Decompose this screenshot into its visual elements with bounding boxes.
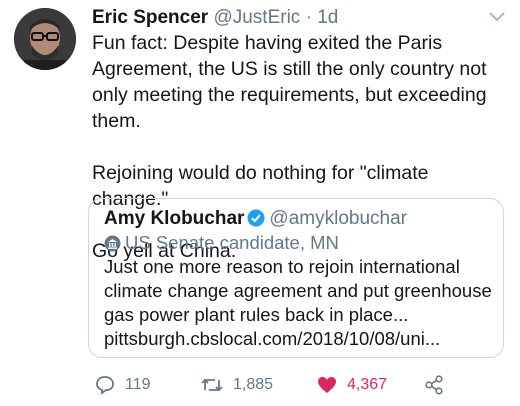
government-building-icon bbox=[104, 235, 121, 252]
retweet-icon bbox=[201, 378, 223, 392]
reply-icon bbox=[96, 376, 114, 395]
tweet-age[interactable]: 1d bbox=[317, 7, 338, 28]
retweet-button[interactable]: 1,885 bbox=[200, 372, 273, 398]
header-separator: · bbox=[305, 7, 312, 28]
author-handle[interactable]: @JustEric bbox=[213, 7, 300, 28]
quoted-text: Just one more reason to rejoin internati… bbox=[104, 256, 492, 349]
chevron-down-icon[interactable] bbox=[488, 10, 506, 28]
like-button[interactable]: 4,367 bbox=[316, 372, 387, 398]
tweet-actions: 119 1,885 4,367 bbox=[94, 372, 514, 398]
quoted-label-text: US Senate candidate, MN bbox=[125, 232, 339, 253]
share-icon bbox=[425, 375, 443, 395]
quoted-header: Amy Klobuchar @amyklobuchar bbox=[104, 207, 407, 234]
share-button[interactable] bbox=[424, 372, 444, 398]
tweet-paragraph: Fun fact: Despite having exited the Pari… bbox=[92, 32, 487, 132]
quoted-tweet[interactable]: Amy Klobuchar @amyklobuchar US Senate can… bbox=[88, 198, 504, 358]
reply-button[interactable]: 119 bbox=[94, 372, 151, 398]
quoted-label: US Senate candidate, MN bbox=[104, 231, 339, 255]
heart-icon bbox=[318, 377, 336, 393]
like-count: 4,367 bbox=[347, 376, 388, 393]
author-name[interactable]: Eric Spencer bbox=[92, 7, 208, 28]
quoted-author-handle[interactable]: @amyklobuchar bbox=[269, 208, 407, 229]
tweet-header: Eric Spencer @JustEric · 1d bbox=[92, 6, 338, 30]
author-avatar[interactable] bbox=[14, 8, 76, 70]
quoted-author-name[interactable]: Amy Klobuchar bbox=[104, 208, 244, 229]
retweet-count: 1,885 bbox=[233, 376, 274, 393]
reply-count: 119 bbox=[125, 376, 151, 393]
